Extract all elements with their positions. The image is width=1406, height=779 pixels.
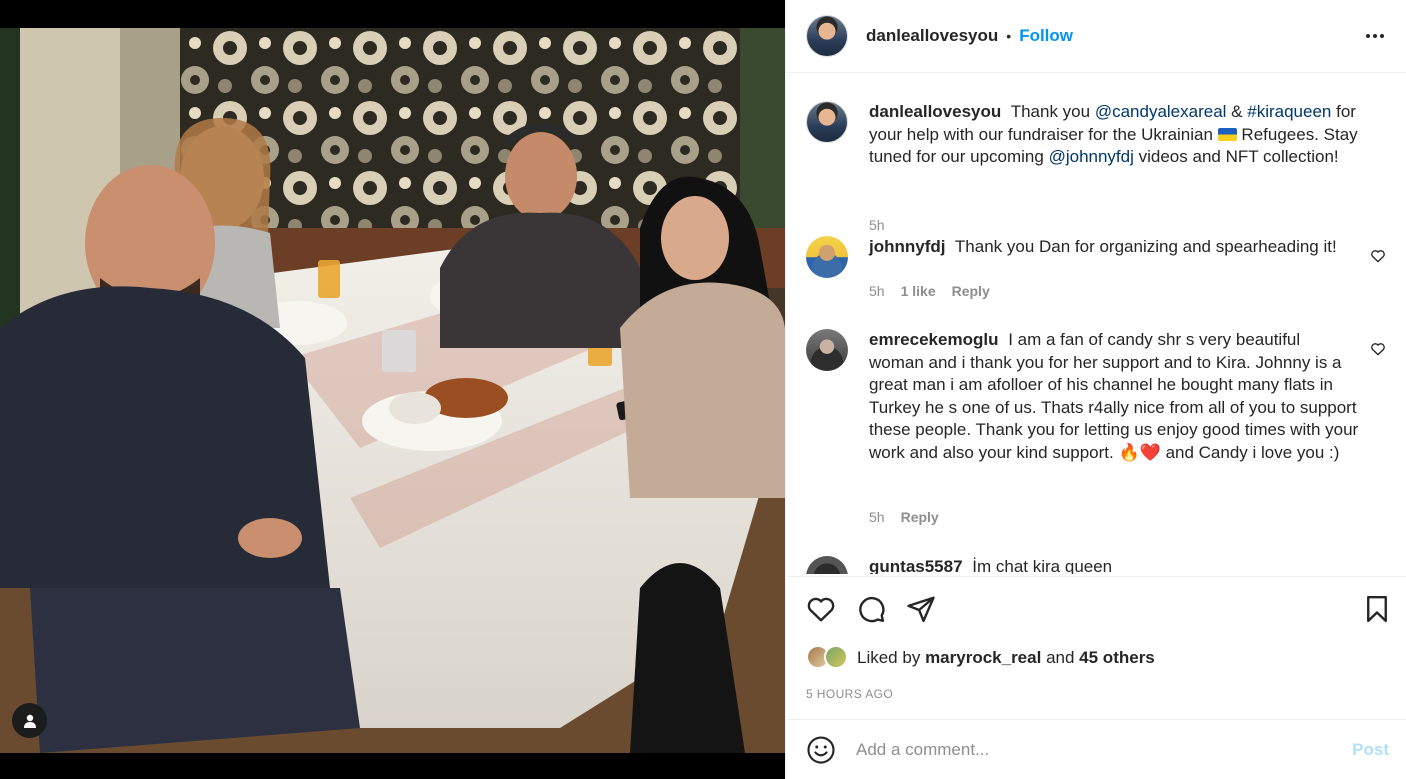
author-avatar[interactable] xyxy=(806,15,848,57)
liked-by-user[interactable]: maryrock_real xyxy=(925,648,1041,668)
liked-by-conj: and xyxy=(1046,648,1075,667)
liked-by-others[interactable]: 45 others xyxy=(1079,648,1155,668)
comment-content: İm chat kira queen xyxy=(972,557,1113,574)
emoji-icon[interactable] xyxy=(806,735,836,765)
reply-button[interactable]: Reply xyxy=(952,283,990,299)
comment-item: emrecekemoglu I am a fan of candy shr s … xyxy=(806,329,1386,529)
post-side-panel: danleallovesyou • Follow danleallovesyou… xyxy=(785,0,1406,779)
photo-scene xyxy=(0,28,785,753)
caption-avatar[interactable] xyxy=(806,101,848,143)
liked-avatars xyxy=(806,645,852,671)
comment-likes-count[interactable]: 1 like xyxy=(901,283,936,299)
comments-list[interactable]: danleallovesyou Thank you @candyalexarea… xyxy=(786,74,1406,574)
comment-meta: 5h 1 like Reply xyxy=(869,283,990,299)
paper-plane-icon[interactable] xyxy=(906,594,936,624)
comment-time[interactable]: 5h xyxy=(869,283,885,299)
comment-text: emrecekemoglu I am a fan of candy shr s … xyxy=(869,329,1359,464)
bookmark-icon[interactable] xyxy=(1362,594,1392,624)
post-actions: Liked by maryrock_real and 45 others 5 h… xyxy=(786,576,1406,719)
comment-composer: Post xyxy=(786,719,1406,779)
photo-pane xyxy=(0,0,785,779)
ukraine-flag-icon xyxy=(1217,127,1237,141)
caption-text: danleallovesyou Thank you @candyalexarea… xyxy=(869,101,1359,169)
caption-text-1: Thank you xyxy=(1010,102,1091,121)
reply-button[interactable]: Reply xyxy=(901,509,939,525)
caption-meta: 5h xyxy=(869,217,885,233)
post-modal: danleallovesyou • Follow danleallovesyou… xyxy=(0,0,1406,779)
author-username[interactable]: danleallovesyou xyxy=(866,26,998,46)
comment-text: guntas5587 İm chat kira queen xyxy=(869,556,1359,574)
follow-button[interactable]: Follow xyxy=(1019,26,1073,46)
caption: danleallovesyou Thank you @candyalexarea… xyxy=(806,101,1386,233)
post-comment-button[interactable]: Post xyxy=(1352,740,1389,760)
post-header: danleallovesyou • Follow xyxy=(786,0,1406,73)
post-photo[interactable] xyxy=(0,28,785,753)
mention-candyalexareal[interactable]: @candyalexareal xyxy=(1095,102,1227,121)
comment-item: johnnyfdj Thank you Dan for organizing a… xyxy=(806,236,1386,306)
caption-text-5: videos and NFT collection! xyxy=(1138,147,1339,166)
comment-avatar[interactable] xyxy=(806,556,848,574)
caption-time[interactable]: 5h xyxy=(869,217,885,233)
mention-johnnyfdj[interactable]: @johnnyfdj xyxy=(1049,147,1134,166)
comment-username[interactable]: johnnyfdj xyxy=(869,237,945,256)
comment-username[interactable]: emrecekemoglu xyxy=(869,330,998,349)
fire-heart-emoji: 🔥❤️ xyxy=(1118,442,1161,462)
header-separator: • xyxy=(1006,28,1012,44)
comment-avatar[interactable] xyxy=(806,329,848,371)
comment-like-heart-icon[interactable] xyxy=(1370,248,1386,264)
user-tag-icon xyxy=(23,714,36,728)
more-options-icon[interactable] xyxy=(1365,26,1385,46)
liked-by: Liked by maryrock_real and 45 others xyxy=(806,645,1155,671)
post-timestamp[interactable]: 5 hours ago xyxy=(806,687,893,701)
hashtag-kiraqueen[interactable]: #kiraqueen xyxy=(1247,102,1331,121)
comment-time[interactable]: 5h xyxy=(869,509,885,525)
comment-username[interactable]: guntas5587 xyxy=(869,557,963,574)
comment-content: Thank you Dan for organizing and spearhe… xyxy=(954,237,1337,256)
comment-item: guntas5587 İm chat kira queen xyxy=(806,556,1386,574)
comment-input[interactable] xyxy=(856,739,1326,760)
caption-username[interactable]: danleallovesyou xyxy=(869,102,1001,121)
liker-avatar[interactable] xyxy=(824,645,848,669)
heart-icon[interactable] xyxy=(806,594,836,624)
comment-icon[interactable] xyxy=(856,594,886,624)
comment-meta: 5h Reply xyxy=(869,509,939,525)
comment-text: johnnyfdj Thank you Dan for organizing a… xyxy=(869,236,1359,259)
liked-by-prefix: Liked by xyxy=(857,648,921,667)
comment-content-end: and Candy i love you :) xyxy=(1165,442,1340,462)
comment-avatar[interactable] xyxy=(806,236,848,278)
comment-like-heart-icon[interactable] xyxy=(1370,341,1386,357)
caption-text-2: & xyxy=(1231,102,1243,121)
user-tag-button[interactable] xyxy=(12,703,47,738)
